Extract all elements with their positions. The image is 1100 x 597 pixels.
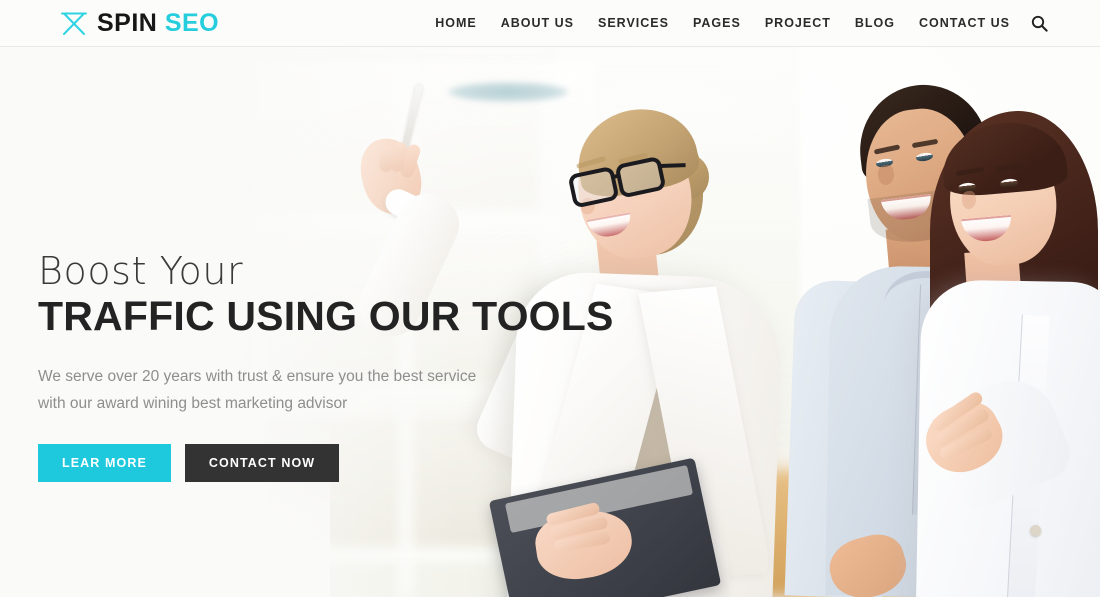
person-woman-second bbox=[914, 105, 1100, 597]
nav-item-contact-us[interactable]: CONTACT US bbox=[919, 16, 1010, 30]
logo-text-accent: SEO bbox=[164, 8, 220, 37]
logo-text: SPIN SEO bbox=[97, 8, 220, 37]
main-navigation: HOME ABOUT US SERVICES PAGES PROJECT BLO… bbox=[435, 16, 1010, 30]
page-root: SPIN SEO HOME ABOUT US SERVICES PAGES PR… bbox=[0, 0, 1100, 597]
hourglass-icon bbox=[61, 12, 87, 35]
logo-text-primary: SPIN bbox=[97, 8, 158, 37]
nav-item-about-us[interactable]: ABOUT US bbox=[501, 16, 574, 30]
hero-subtitle: We serve over 20 years with trust & ensu… bbox=[38, 368, 477, 412]
site-header: SPIN SEO HOME ABOUT US SERVICES PAGES PR… bbox=[0, 0, 1100, 47]
nav-item-home[interactable]: HOME bbox=[435, 16, 477, 30]
hero-kicker: Boost Your bbox=[38, 249, 244, 293]
hero-title: Traffic Using Our Tools bbox=[38, 292, 614, 339]
search-icon bbox=[1031, 15, 1048, 32]
nav-item-pages[interactable]: PAGES bbox=[693, 16, 741, 30]
search-button[interactable] bbox=[1028, 12, 1050, 34]
contact-now-button[interactable]: Contact Now bbox=[184, 443, 340, 482]
learn-more-button[interactable]: Lear More bbox=[38, 443, 171, 482]
hero-button-group: Lear More Contact Now bbox=[38, 443, 558, 482]
nav-item-blog[interactable]: BLOG bbox=[855, 16, 895, 30]
nav-item-project[interactable]: PROJECT bbox=[765, 16, 831, 30]
nav-item-services[interactable]: SERVICES bbox=[598, 16, 669, 30]
hero-content: Boost Your Traffic Using Our Tools We se… bbox=[38, 249, 614, 482]
logo[interactable]: SPIN SEO bbox=[60, 10, 219, 36]
